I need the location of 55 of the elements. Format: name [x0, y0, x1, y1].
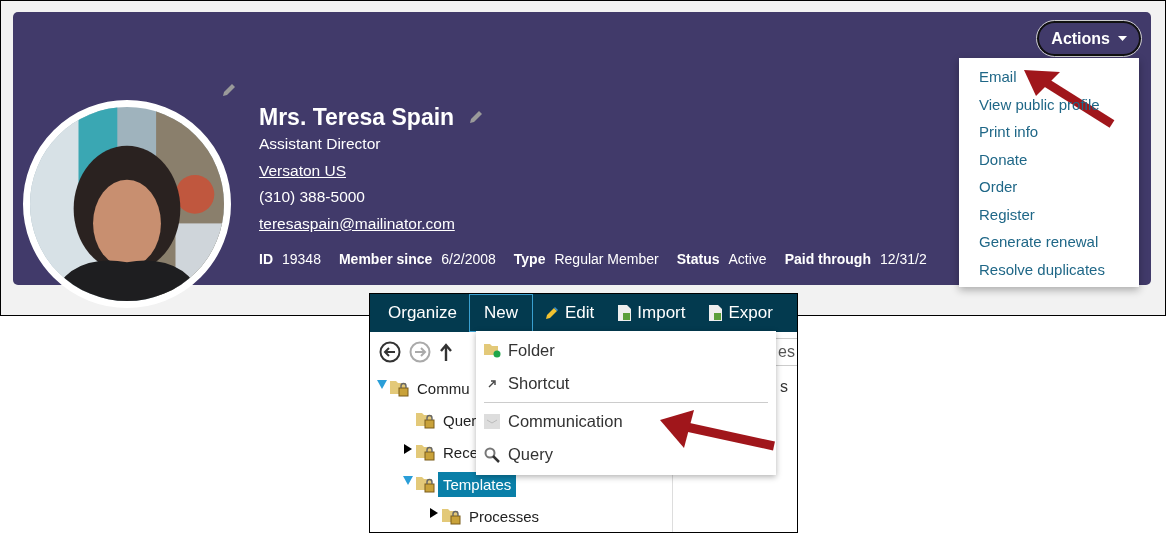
- field-label: Member since: [338, 251, 433, 267]
- caret-icon: [1118, 36, 1127, 41]
- collapse-icon[interactable]: [377, 380, 387, 389]
- expand-icon[interactable]: [430, 508, 438, 518]
- back-icon[interactable]: [379, 341, 401, 363]
- menu-item[interactable]: Communication: [476, 405, 627, 438]
- job-title: Assistant Director: [259, 135, 381, 154]
- menu-item[interactable]: Order: [959, 173, 1139, 201]
- company-link[interactable]: Versaton US: [259, 161, 347, 180]
- locked-folder-icon: [390, 379, 410, 397]
- up-arrow-icon[interactable]: [439, 343, 453, 361]
- shortcut-icon: [488, 379, 496, 388]
- field-value: Regular Member: [554, 251, 659, 267]
- field-label: ID: [259, 251, 273, 267]
- phone-number: (310) 388-5000: [259, 188, 365, 207]
- document-icon: [618, 305, 632, 321]
- field-value: Active: [728, 251, 767, 267]
- pencil-icon: [545, 306, 559, 320]
- field-label: Type: [513, 251, 546, 267]
- tree-item[interactable]: Templates: [438, 471, 517, 497]
- field-value: 19348: [282, 251, 321, 267]
- menu-item[interactable]: Generate renewal: [959, 228, 1139, 256]
- collapse-icon[interactable]: [403, 476, 413, 485]
- email-link[interactable]: teresaspain@mailinator.com: [259, 214, 455, 233]
- edit-icon[interactable]: [221, 82, 237, 98]
- field-label: Paid through: [784, 251, 871, 267]
- menu-item[interactable]: Print info: [959, 118, 1139, 146]
- forward-icon[interactable]: [409, 341, 431, 363]
- search-icon: [484, 446, 500, 463]
- menu-item[interactable]: Query: [476, 438, 557, 471]
- locked-folder-icon: [416, 443, 436, 461]
- member-name: Mrs. Teresa Spain: [259, 103, 455, 131]
- field-value: 12/31/2: [879, 251, 927, 267]
- menu-item[interactable]: Register: [959, 200, 1139, 228]
- locked-folder-icon: [416, 475, 436, 493]
- field-value: 6/2/2008: [441, 251, 496, 267]
- menu-item[interactable]: Folder: [476, 334, 559, 367]
- envelope-icon: [484, 414, 500, 429]
- locked-folder-icon: [416, 411, 436, 429]
- toolbar-button[interactable]: Organize: [376, 294, 469, 332]
- column-header: s: [780, 378, 788, 395]
- locked-folder-icon: [442, 507, 462, 525]
- tree-item[interactable]: Processes: [464, 503, 545, 529]
- document-icon: [709, 305, 723, 321]
- tree-item[interactable]: Commu: [412, 375, 475, 401]
- toolbar-button[interactable]: Edit: [533, 294, 607, 332]
- actions-button[interactable]: Actions: [1037, 21, 1141, 56]
- menu-item[interactable]: Resolve duplicates: [959, 255, 1139, 283]
- menu-item[interactable]: Email: [959, 63, 1139, 91]
- menu-item[interactable]: Donate: [959, 145, 1139, 173]
- field-label: Status: [676, 251, 720, 267]
- menu-item[interactable]: Shortcut: [476, 367, 574, 400]
- expand-icon[interactable]: [404, 444, 412, 454]
- edit-icon[interactable]: [468, 109, 485, 125]
- new-folder-icon: [483, 343, 501, 358]
